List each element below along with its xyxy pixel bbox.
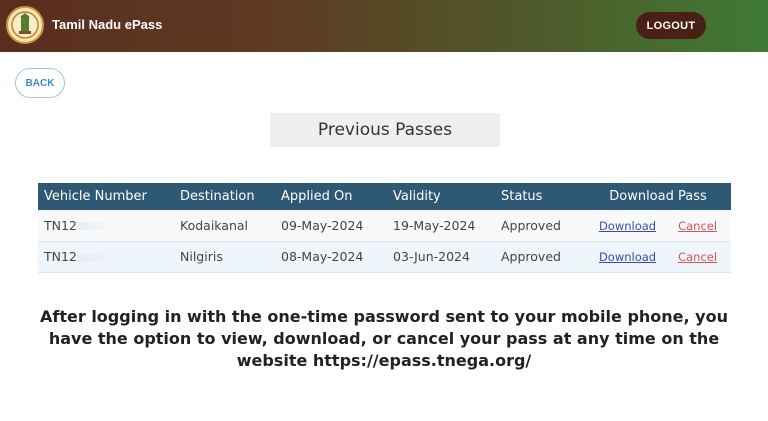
masked-text <box>76 222 117 231</box>
column-header-vehicle-number: Vehicle Number <box>38 183 174 210</box>
logout-button[interactable]: LOGOUT <box>636 12 706 39</box>
top-header: Tamil Nadu ePass LOGOUT <box>0 0 768 52</box>
applied-on-cell: 08-May-2024 <box>275 241 387 273</box>
instruction-caption: After logging in with the one-time passw… <box>40 307 728 370</box>
validity-cell: 19-May-2024 <box>387 210 495 242</box>
table-row: TN12 Kodaikanal 09-May-2024 19-May-2024 … <box>38 210 731 242</box>
column-header-destination: Destination <box>174 183 275 210</box>
actions-cell: Download Cancel <box>585 210 731 242</box>
cancel-link[interactable]: Cancel <box>678 250 717 264</box>
validity-cell: 03-Jun-2024 <box>387 241 495 273</box>
previous-passes-table: Vehicle Number Destination Applied On Va… <box>38 183 731 273</box>
applied-on-cell: 09-May-2024 <box>275 210 387 242</box>
column-header-applied-on: Applied On <box>275 183 387 210</box>
masked-text <box>76 253 117 262</box>
column-header-status: Status <box>495 183 585 210</box>
vehicle-number-cell: TN12 <box>38 210 174 242</box>
app-title: Tamil Nadu ePass <box>52 17 163 32</box>
page-title: Previous Passes <box>270 113 500 147</box>
vehicle-number: TN12 <box>44 217 77 233</box>
download-link[interactable]: Download <box>599 250 656 264</box>
column-header-download-pass: Download Pass <box>585 183 731 210</box>
table-row: TN12 Nilgiris 08-May-2024 03-Jun-2024 Ap… <box>38 241 731 273</box>
vehicle-number-cell: TN12 <box>38 241 174 273</box>
status-cell: Approved <box>495 241 585 273</box>
column-header-validity: Validity <box>387 183 495 210</box>
tamil-nadu-emblem-icon <box>6 6 44 44</box>
destination-cell: Kodaikanal <box>174 210 275 242</box>
destination-cell: Nilgiris <box>174 241 275 273</box>
download-link[interactable]: Download <box>599 219 656 233</box>
table-header-row: Vehicle Number Destination Applied On Va… <box>38 183 731 210</box>
back-button[interactable]: BACK <box>15 68 65 98</box>
cancel-link[interactable]: Cancel <box>678 219 717 233</box>
actions-cell: Download Cancel <box>585 241 731 273</box>
status-cell: Approved <box>495 210 585 242</box>
vehicle-number: TN12 <box>44 249 77 264</box>
